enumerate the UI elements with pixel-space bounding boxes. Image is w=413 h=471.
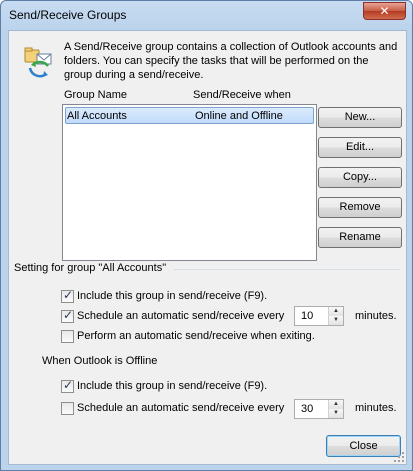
offline-include-label[interactable]: Include this group in send/receive (F9). bbox=[77, 380, 267, 392]
send-receive-group-icon bbox=[24, 47, 52, 78]
rename-button[interactable]: Rename bbox=[318, 227, 402, 248]
online-include-label[interactable]: Include this group in send/receive (F9). bbox=[77, 290, 267, 302]
offline-schedule-checkbox[interactable] bbox=[61, 402, 74, 415]
offline-minutes-value[interactable]: 30 bbox=[301, 403, 313, 415]
group-name-cell[interactable]: All Accounts bbox=[67, 110, 127, 122]
online-include-checkbox[interactable]: ✓ bbox=[61, 288, 74, 303]
dialog-description: A Send/Receive group contains a collecti… bbox=[64, 41, 398, 81]
close-button[interactable]: Close bbox=[326, 435, 401, 457]
spinner-arrows: ▲ ▼ bbox=[328, 400, 343, 418]
close-icon: ✕ bbox=[379, 4, 390, 18]
offline-include-checkbox[interactable]: ✓ bbox=[61, 378, 74, 393]
dialog-body: A Send/Receive group contains a collecti… bbox=[8, 30, 407, 465]
column-header-group-name: Group Name bbox=[64, 89, 127, 101]
remove-button[interactable]: Remove bbox=[318, 197, 402, 218]
online-exit-checkbox[interactable] bbox=[61, 330, 74, 343]
spin-down-icon[interactable]: ▼ bbox=[329, 316, 343, 325]
new-button[interactable]: New... bbox=[318, 107, 402, 128]
send-receive-when-cell[interactable]: Online and Offline bbox=[195, 110, 283, 122]
groups-list[interactable]: All Accounts Online and Offline bbox=[62, 104, 317, 261]
check-icon: ✓ bbox=[63, 308, 74, 322]
online-schedule-checkbox[interactable]: ✓ bbox=[61, 308, 74, 323]
group-settings-label: Setting for group "All Accounts" bbox=[14, 262, 167, 274]
close-window-button[interactable]: ✕ bbox=[363, 2, 406, 20]
send-receive-groups-dialog: Send/Receive Groups ✕ A Send/Receive gro… bbox=[0, 0, 413, 471]
offline-minutes-suffix: minutes. bbox=[355, 402, 397, 414]
online-minutes-spinner[interactable]: 10 ▲ ▼ bbox=[294, 306, 344, 326]
resize-grip-icon[interactable] bbox=[394, 452, 404, 462]
spinner-arrows: ▲ ▼ bbox=[328, 307, 343, 325]
online-minutes-value[interactable]: 10 bbox=[301, 310, 313, 322]
group-settings-divider bbox=[174, 269, 400, 271]
check-icon: ✓ bbox=[63, 288, 74, 302]
check-icon: ✓ bbox=[63, 378, 74, 392]
edit-button[interactable]: Edit... bbox=[318, 137, 402, 158]
online-schedule-label[interactable]: Schedule an automatic send/receive every bbox=[77, 310, 284, 322]
offline-schedule-label[interactable]: Schedule an automatic send/receive every bbox=[77, 402, 284, 414]
column-header-send-receive-when: Send/Receive when bbox=[193, 89, 291, 101]
offline-minutes-spinner[interactable]: 30 ▲ ▼ bbox=[294, 399, 344, 419]
online-exit-label[interactable]: Perform an automatic send/receive when e… bbox=[77, 330, 315, 342]
spin-down-icon[interactable]: ▼ bbox=[329, 409, 343, 418]
title-bar[interactable]: Send/Receive Groups ✕ bbox=[1, 1, 412, 29]
online-minutes-suffix: minutes. bbox=[355, 310, 397, 322]
copy-button[interactable]: Copy... bbox=[318, 167, 402, 188]
window-title: Send/Receive Groups bbox=[9, 8, 127, 22]
offline-section-label: When Outlook is Offline bbox=[42, 355, 158, 367]
